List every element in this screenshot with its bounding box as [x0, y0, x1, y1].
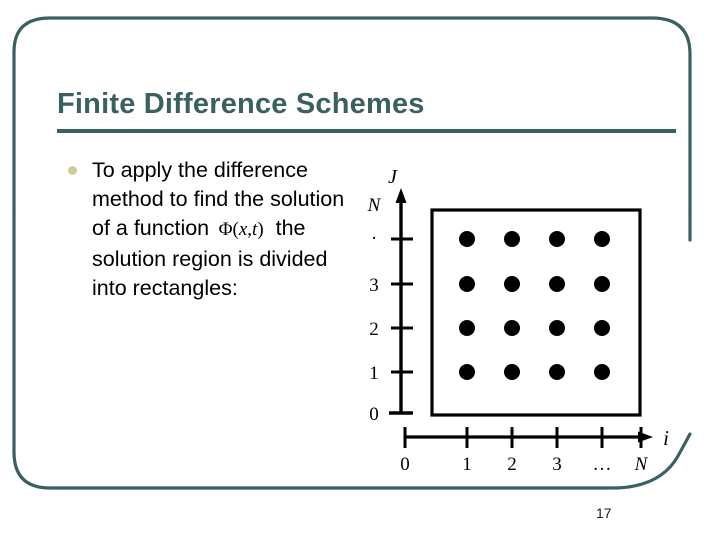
grid-node [594, 231, 610, 247]
grid-node [504, 320, 520, 336]
x-tick-label-2: 2 [507, 454, 517, 475]
x-axis-label: i [663, 426, 669, 450]
y-tick-label-0: 0 [369, 404, 379, 425]
x-tick-label-3: 3 [552, 454, 562, 475]
grid-node [549, 364, 565, 380]
grid-node [594, 276, 610, 292]
y-axis-arrowhead [395, 188, 407, 203]
grid-node [549, 276, 565, 292]
grid-node [504, 276, 520, 292]
grid-node [504, 231, 520, 247]
grid-node [459, 276, 475, 292]
y-tick-label-1: 1 [369, 363, 379, 384]
grid-node [594, 364, 610, 380]
grid-node [549, 231, 565, 247]
page-title: Finite Difference Schemes [57, 88, 425, 120]
slide: Finite Difference Schemes To apply the d… [0, 0, 720, 540]
x-tick-label-0: 0 [400, 454, 410, 475]
y-tick-label-N: N [367, 195, 382, 216]
finite-difference-grid-diagram: J 0 1 2 3 · N 0 1 2 3 … N i [360, 160, 690, 480]
grid-node [459, 364, 475, 380]
bullet-paragraph: To apply the difference method to find t… [92, 156, 363, 303]
body-content: To apply the difference method to find t… [63, 156, 363, 303]
grid-node [459, 231, 475, 247]
phi-function-formula: Φ(x,t) [209, 219, 264, 240]
grid-diagram-svg: J 0 1 2 3 · N 0 1 2 3 … N i [367, 166, 669, 475]
x-tick-label-N: N [634, 454, 649, 475]
page-number: 17 [596, 505, 612, 521]
grid-node [459, 320, 475, 336]
x-tick-label-1: 1 [462, 454, 472, 475]
list-item: To apply the difference method to find t… [63, 156, 363, 303]
y-tick-label-dots: · [371, 228, 377, 249]
y-tick-label-3: 3 [369, 275, 379, 296]
formula-close-paren: ) [257, 219, 264, 241]
grid-node-group [459, 231, 610, 380]
formula-phi-symbol: Φ [218, 219, 233, 241]
grid-node [549, 320, 565, 336]
y-axis-label: J [388, 166, 398, 188]
grid-node [504, 364, 520, 380]
y-tick-label-2: 2 [369, 319, 379, 340]
grid-node [594, 320, 610, 336]
title-underline-rule [57, 129, 676, 133]
bullet-disc-icon [68, 166, 77, 175]
x-tick-label-ellipsis: … [593, 454, 612, 475]
